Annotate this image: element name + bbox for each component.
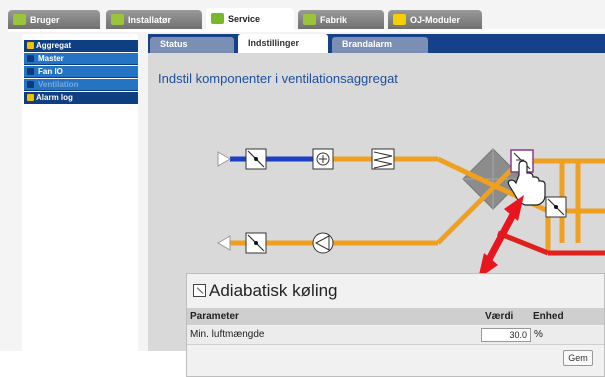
tab-label: Brandalarm xyxy=(342,39,393,49)
main-panel: Status Indstillinger Brandalarm Indstil … xyxy=(148,34,605,377)
tab-fabrik[interactable]: Fabrik xyxy=(298,10,384,30)
sidebar-item-master[interactable]: Master xyxy=(24,53,138,65)
param-unit: % xyxy=(534,329,543,340)
exhaust-fan[interactable] xyxy=(312,232,334,254)
detail-title-text: Adiabatisk køling xyxy=(209,281,338,300)
param-name: Min. luftmængde xyxy=(190,329,265,340)
double-arrow-icon xyxy=(478,195,524,279)
tab-label: Installatør xyxy=(128,15,172,25)
damper-supply[interactable] xyxy=(245,148,267,170)
save-button[interactable]: Gem xyxy=(563,350,593,366)
damper-icon xyxy=(193,284,206,297)
damper-exhaust[interactable] xyxy=(245,232,267,254)
sidebar-item-label: Master xyxy=(38,54,64,63)
tab-brandalarm[interactable]: Brandalarm xyxy=(332,37,428,53)
bell-icon xyxy=(27,94,34,101)
tab-label: OJ-Moduler xyxy=(410,15,461,25)
bullet-icon xyxy=(27,55,34,62)
user-icon xyxy=(13,14,26,25)
col-unit: Enhed xyxy=(533,311,564,322)
tab-label: Indstillinger xyxy=(248,38,300,48)
tab-label: Service xyxy=(228,14,261,24)
col-value: Værdi xyxy=(485,311,514,322)
sidebar-item-label: Alarm log xyxy=(36,93,73,102)
component-detail-panel: Adiabatisk køling Parameter Værdi Enhed … xyxy=(186,273,605,377)
app-frame: Bruger Installatør Service Fabrik OJ-Mod… xyxy=(0,0,605,377)
sidebar-item-aggregat[interactable]: Aggregat xyxy=(24,40,138,52)
sidebar-item-label: Aggregat xyxy=(36,41,72,50)
factory-icon xyxy=(303,14,316,25)
tab-label: Bruger xyxy=(30,15,60,25)
module-icon xyxy=(393,14,406,25)
tab-status[interactable]: Status xyxy=(150,37,234,53)
sidebar-item-label: Fan IO xyxy=(38,67,63,76)
tab-oj-moduler[interactable]: OJ-Moduler xyxy=(388,10,482,30)
heater[interactable] xyxy=(312,148,334,170)
tab-divider xyxy=(8,29,605,32)
sidebar-item-label: Ventilation xyxy=(38,80,79,89)
bullet-icon xyxy=(27,68,34,75)
tab-bruger[interactable]: Bruger xyxy=(8,10,100,30)
bullet-icon xyxy=(27,81,34,88)
value-input[interactable]: 30.0 xyxy=(481,328,531,342)
sidebar-item-ventilation[interactable]: Ventilation xyxy=(24,79,138,91)
detail-title: Adiabatisk køling xyxy=(193,281,338,301)
table-row: Min. luftmængde 30.0 % xyxy=(187,326,604,345)
tab-installator[interactable]: Installatør xyxy=(106,10,202,30)
sidebar-item-fan-io[interactable]: Fan IO xyxy=(24,66,138,78)
table-header: Parameter Værdi Enhed xyxy=(187,308,604,325)
filter[interactable] xyxy=(371,148,395,170)
service-icon xyxy=(211,13,224,24)
col-parameter: Parameter xyxy=(190,311,239,322)
tab-label: Fabrik xyxy=(320,15,348,25)
folder-icon xyxy=(27,42,34,49)
outlet-arrow-icon xyxy=(217,235,231,251)
settings-content: Indstil komponenter i ventilationsaggreg… xyxy=(148,53,605,377)
sidebar-item-alarm-log[interactable]: Alarm log xyxy=(24,92,138,104)
top-tab-bar: Bruger Installatør Service Fabrik OJ-Mod… xyxy=(8,8,605,32)
tab-indstillinger[interactable]: Indstillinger xyxy=(238,34,328,54)
inlet-arrow-icon xyxy=(217,151,231,167)
damper-bypass[interactable] xyxy=(545,196,567,218)
sidebar: Aggregat Master Fan IO Ventilation Alarm… xyxy=(22,34,138,351)
tab-label: Status xyxy=(160,39,188,49)
installer-icon xyxy=(111,14,124,25)
